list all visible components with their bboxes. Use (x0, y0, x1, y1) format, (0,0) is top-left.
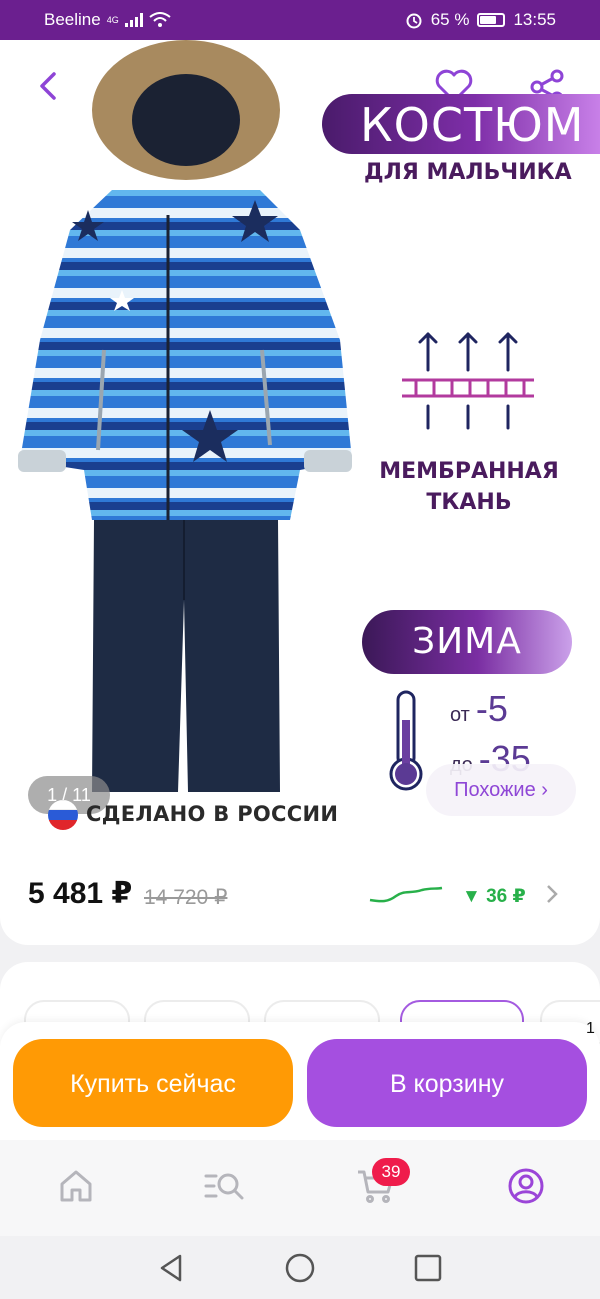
feature-label: МЕМБРАННАЯ ТКАНЬ (360, 456, 578, 518)
price-trend-icon[interactable] (368, 878, 444, 908)
carrier-name: Beeline (44, 10, 101, 29)
chevron-right-icon[interactable] (544, 882, 560, 906)
product-subtitle: ДЛЯ МАЛЬЧИКА (364, 160, 572, 185)
signal-icon (124, 13, 143, 27)
price-drop[interactable]: ▼ 36 ₽ (462, 885, 526, 908)
system-navigation (0, 1236, 600, 1299)
action-bar: Купить сейчас В корзину (0, 1022, 600, 1140)
product-image-gallery[interactable]: КОСТЮМ ДЛЯ МАЛЬЧИКА МЕМБРАННАЯ ТКАНЬ ЗИМ… (0, 40, 600, 840)
cart-count-badge: 39 (372, 1158, 410, 1186)
product-card: КОСТЮМ ДЛЯ МАЛЬЧИКА МЕМБРАННАЯ ТКАНЬ ЗИМ… (0, 40, 600, 945)
network-type: 4G (106, 15, 119, 25)
made-in-label: СДЕЛАНО В РОССИИ (86, 802, 339, 826)
catalog-search-icon[interactable] (204, 1166, 244, 1206)
system-home-icon[interactable] (284, 1252, 316, 1284)
alarm-icon (406, 13, 422, 29)
thermometer-icon (389, 690, 423, 791)
edge-number: 1 (586, 1020, 595, 1037)
profile-icon[interactable] (506, 1166, 546, 1206)
system-recents-icon[interactable] (412, 1252, 444, 1284)
temp-from: от -5 (450, 688, 508, 729)
battery-icon (477, 13, 506, 27)
price-old: 14 720 ₽ (144, 886, 228, 909)
buy-now-button[interactable]: Купить сейчас (13, 1039, 293, 1127)
status-bar: Beeline 4G 65 % 13:55 (0, 0, 600, 40)
season-badge: ЗИМА (362, 610, 572, 674)
membrane-fabric-icon (402, 332, 534, 430)
similar-button[interactable]: Похожие › (426, 764, 576, 816)
bottom-navigation (0, 1140, 600, 1236)
wifi-icon (149, 12, 171, 27)
feature-line-2: ТКАНЬ (426, 490, 512, 515)
back-arrow-icon[interactable] (30, 68, 66, 104)
add-to-cart-button[interactable]: В корзину (307, 1039, 587, 1127)
system-back-icon[interactable] (156, 1252, 188, 1284)
clock: 13:55 (513, 10, 556, 29)
russia-flag-icon (48, 800, 78, 830)
home-icon[interactable] (56, 1166, 96, 1206)
battery-percent: 65 % (430, 10, 470, 29)
feature-line-1: МЕМБРАННАЯ (379, 459, 559, 484)
product-title: КОСТЮМ (360, 98, 585, 152)
price-current: 5 481 ₽ (28, 877, 133, 910)
